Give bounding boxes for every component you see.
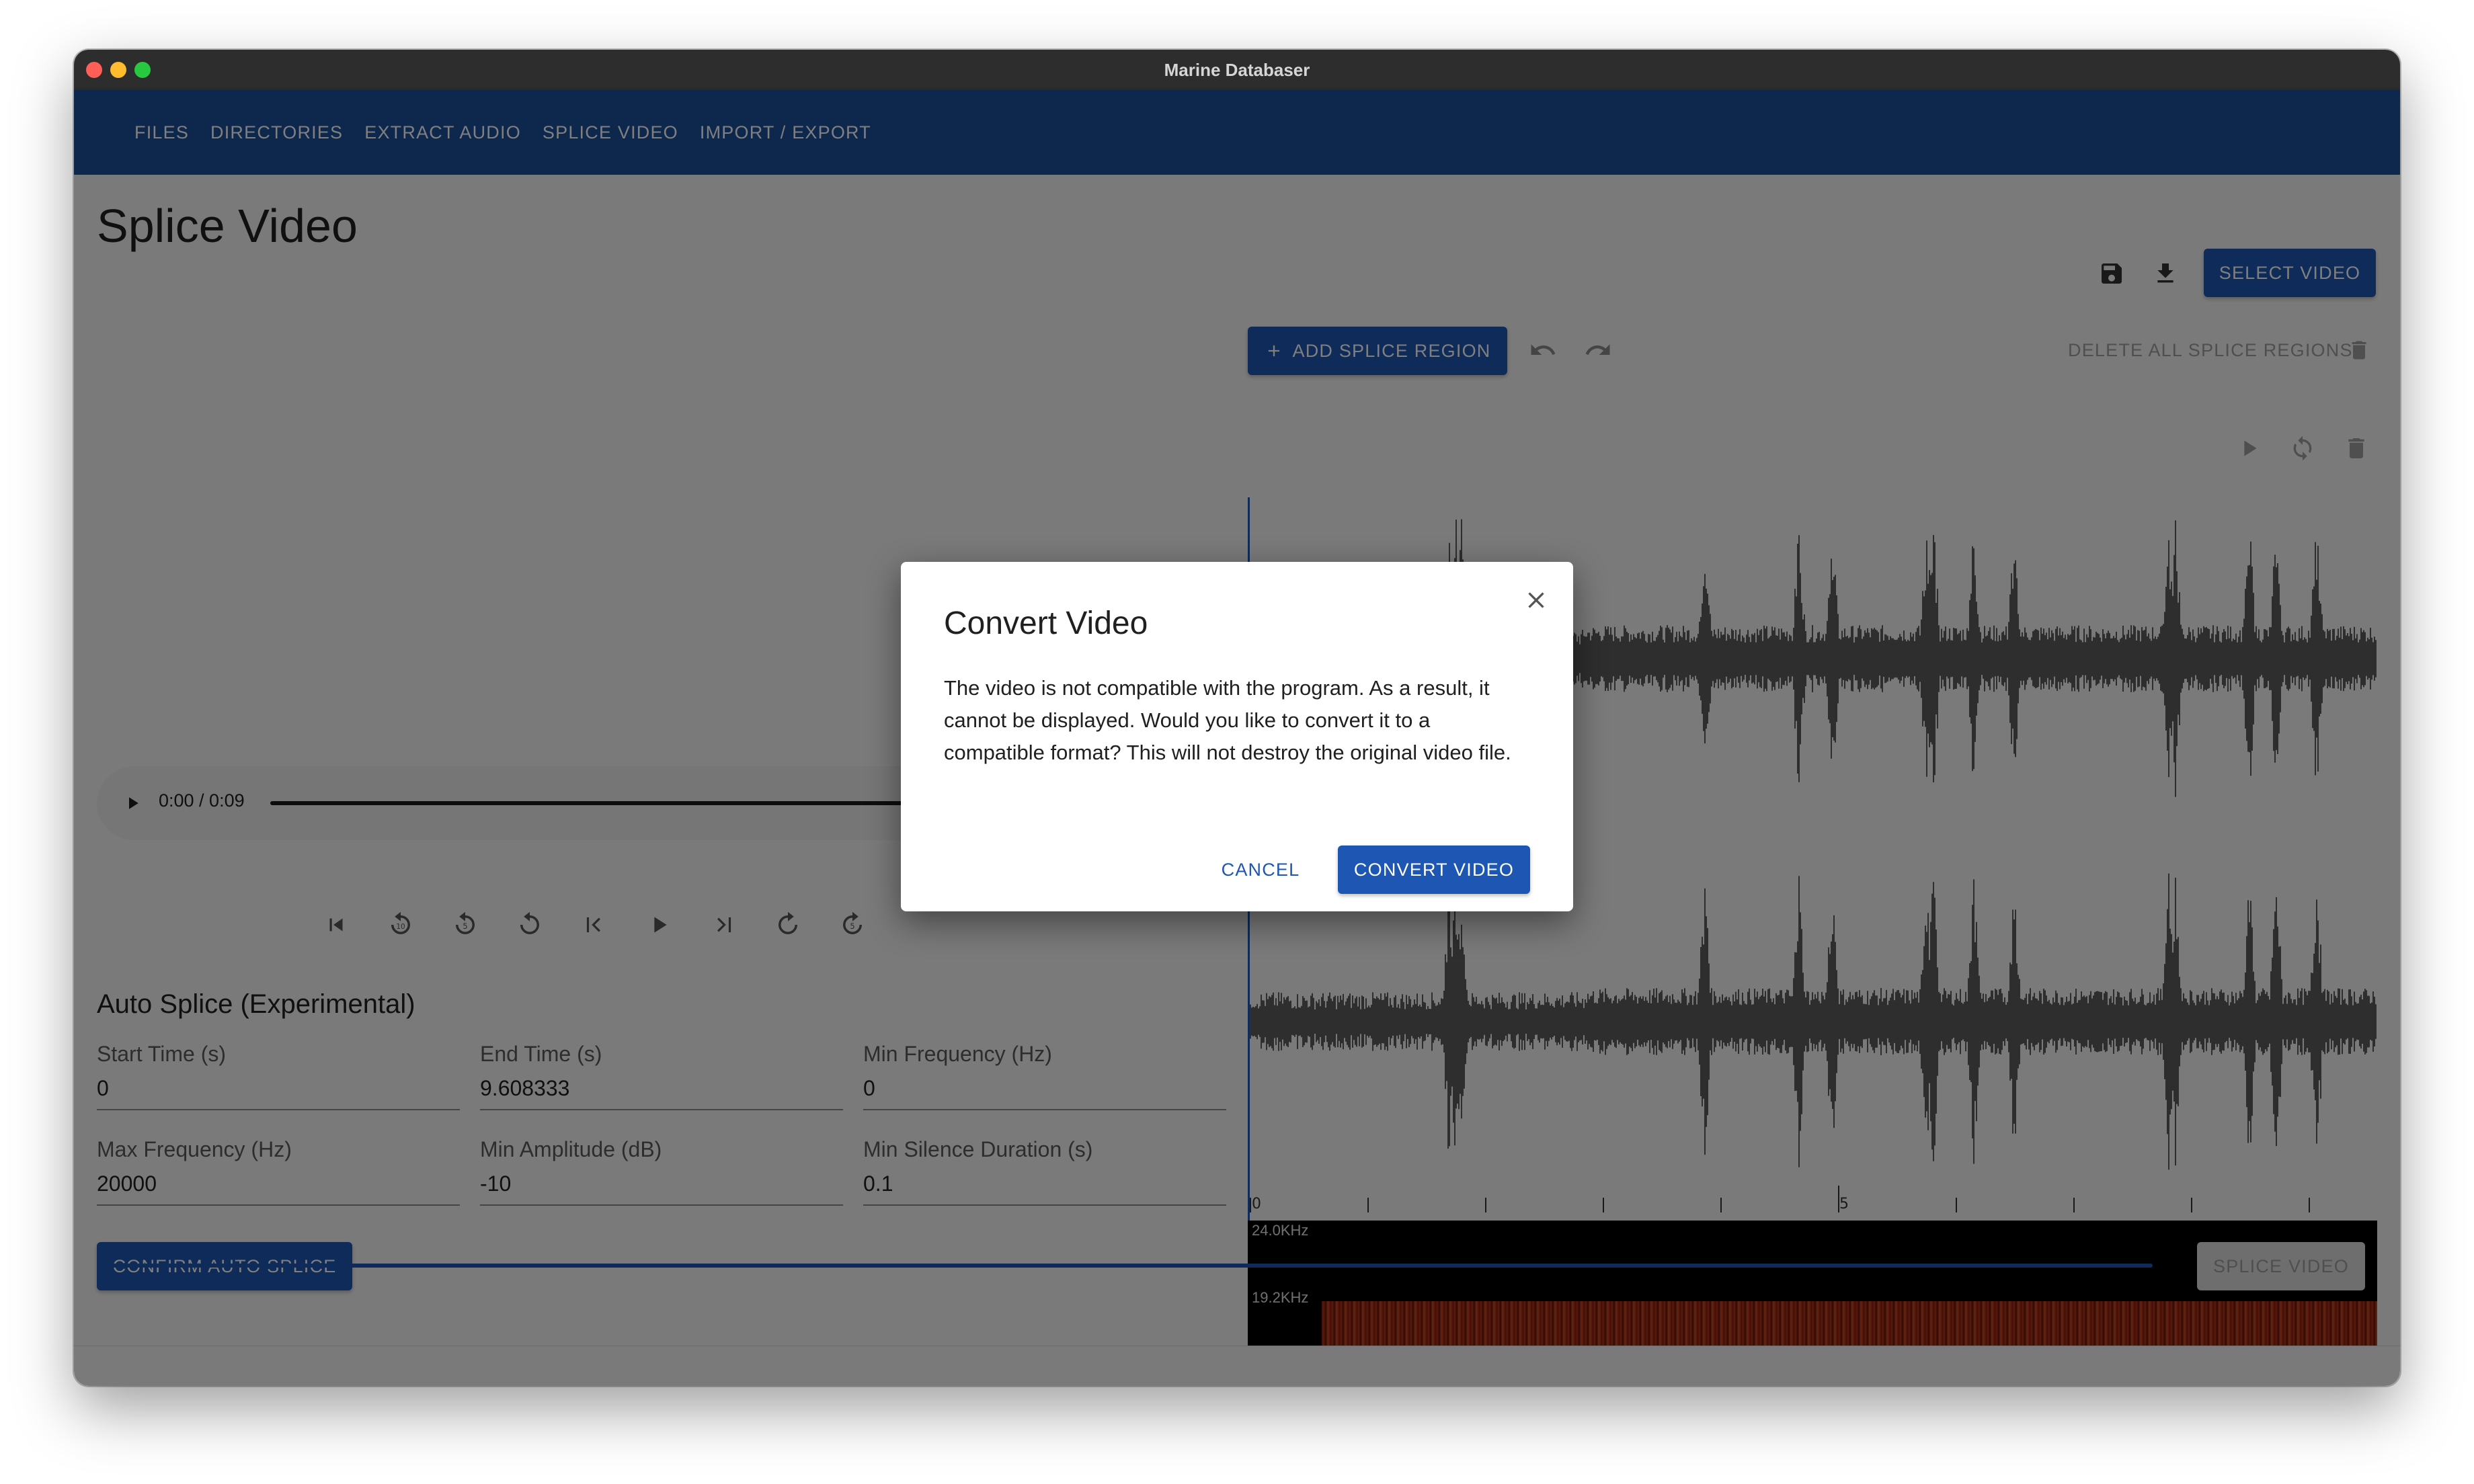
cancel-button[interactable]: CANCEL: [1211, 846, 1310, 894]
convert-video-button[interactable]: CONVERT VIDEO: [1338, 846, 1530, 894]
minimize-window-button[interactable]: [110, 62, 126, 78]
dialog-title: Convert Video: [944, 606, 1148, 641]
title-bar: Marine Databaser: [74, 50, 2400, 90]
convert-video-dialog: Convert Video The video is not compatibl…: [901, 562, 1573, 911]
window-title: Marine Databaser: [1164, 60, 1310, 80]
close-window-button[interactable]: [86, 62, 102, 78]
close-icon[interactable]: [1518, 582, 1554, 618]
maximize-window-button[interactable]: [134, 62, 151, 78]
dialog-body: The video is not compatible with the pro…: [944, 676, 1511, 764]
app-window: Marine Databaser FILES DIRECTORIES EXTRA…: [74, 50, 2400, 1386]
